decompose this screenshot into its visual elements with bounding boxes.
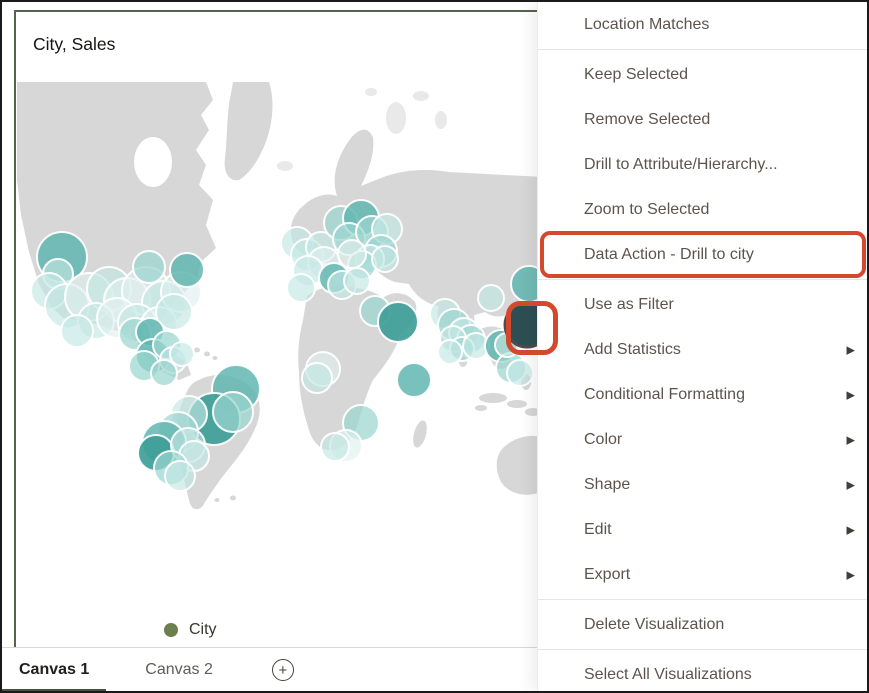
menu-item-export[interactable]: Export▶ [538, 552, 868, 597]
menu-item-use-as-filter[interactable]: Use as Filter [538, 282, 868, 327]
menu-item-remove-selected[interactable]: Remove Selected [538, 97, 868, 142]
submenu-arrow-icon: ▶ [847, 343, 855, 356]
city-bubble[interactable] [61, 315, 93, 347]
city-bubble[interactable] [302, 363, 332, 393]
submenu-arrow-icon: ▶ [847, 433, 855, 446]
city-bubble[interactable] [372, 246, 398, 272]
tab-label: Canvas 2 [145, 661, 213, 679]
city-bubble[interactable] [165, 461, 195, 491]
city-bubble[interactable] [213, 392, 253, 432]
menu-item-color[interactable]: Color▶ [538, 417, 868, 462]
menu-item-delete-visualization[interactable]: Delete Visualization [538, 602, 868, 647]
legend-label: City [189, 621, 217, 639]
city-bubble[interactable] [478, 285, 504, 311]
city-bubble[interactable] [378, 302, 418, 342]
menu-separator [538, 599, 868, 600]
tab-canvas-2[interactable]: Canvas 2 [128, 648, 230, 692]
menu-item-drill-to-attribute-hierarchy[interactable]: Drill to Attribute/Hierarchy... [538, 142, 868, 187]
city-bubble[interactable] [133, 251, 165, 283]
city-bubble[interactable] [321, 433, 349, 461]
legend-dot-icon [164, 623, 178, 637]
tab-label: Canvas 1 [19, 661, 89, 679]
menu-item-zoom-to-selected[interactable]: Zoom to Selected [538, 187, 868, 232]
city-bubble[interactable] [344, 268, 370, 294]
submenu-arrow-icon: ▶ [847, 568, 855, 581]
context-menu: Location Matches Keep Selected Remove Se… [537, 2, 868, 691]
viz-title: City, Sales [33, 34, 115, 55]
city-bubble[interactable] [338, 240, 366, 268]
city-bubble[interactable] [438, 340, 462, 364]
world-map [17, 62, 538, 622]
menu-item-edit[interactable]: Edit▶ [538, 507, 868, 552]
selected-city-bubble[interactable] [505, 303, 538, 347]
submenu-arrow-icon: ▶ [847, 478, 855, 491]
menu-item-keep-selected[interactable]: Keep Selected [538, 52, 868, 97]
city-bubble[interactable] [170, 342, 194, 366]
submenu-arrow-icon: ▶ [847, 523, 855, 536]
menu-item-add-statistics[interactable]: Add Statistics▶ [538, 327, 868, 372]
tab-canvas-1[interactable]: Canvas 1 [2, 648, 106, 692]
submenu-arrow-icon: ▶ [847, 388, 855, 401]
menu-separator [538, 279, 868, 280]
menu-item-data-action-drill-to-city[interactable]: Data Action - Drill to city [538, 232, 868, 277]
city-bubble[interactable] [151, 360, 177, 386]
menu-separator [538, 49, 868, 50]
city-bubble[interactable] [397, 363, 431, 397]
add-canvas-button[interactable]: + [272, 648, 294, 692]
legend: City [164, 621, 217, 639]
plus-circle-icon: + [272, 659, 294, 681]
menu-item-shape[interactable]: Shape▶ [538, 462, 868, 507]
city-bubble[interactable] [170, 253, 204, 287]
city-bubble[interactable] [511, 266, 538, 302]
menu-item-location-matches[interactable]: Location Matches [538, 2, 868, 47]
menu-item-conditional-formatting[interactable]: Conditional Formatting▶ [538, 372, 868, 417]
city-bubble[interactable] [287, 274, 315, 302]
menu-item-select-all-visualizations[interactable]: Select All Visualizations [538, 652, 868, 693]
menu-separator [538, 649, 868, 650]
screenshot: City, Sales [0, 0, 869, 693]
city-bubble[interactable] [507, 360, 533, 386]
